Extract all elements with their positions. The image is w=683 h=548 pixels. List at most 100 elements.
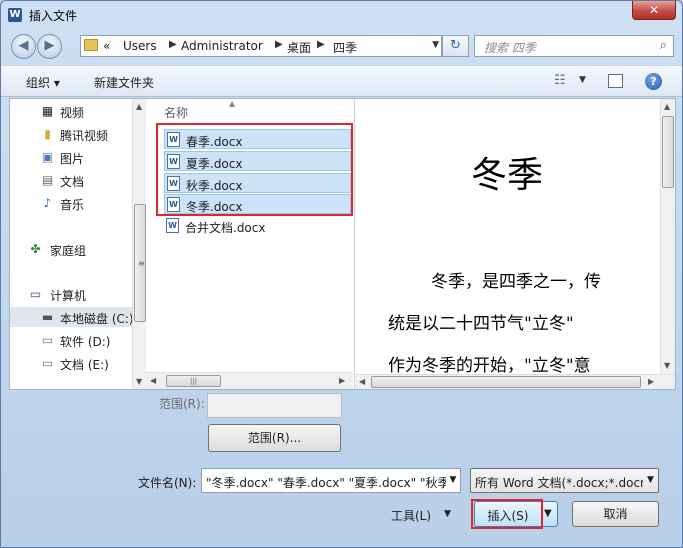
chevron-down-icon[interactable]: ▼ <box>643 469 658 492</box>
nav-item-label: 音乐 <box>60 198 85 212</box>
nav-item-label: 计算机 <box>50 289 87 303</box>
file-type-select[interactable]: 所有 Word 文档(*.docx;*.docm;*.dotx;*.dotm;*… <box>470 468 659 493</box>
file-row-autumn[interactable]: W 秋季.docx <box>164 173 351 193</box>
tools-button[interactable]: 工具(L) ▼ <box>382 501 464 527</box>
word-document-icon: W <box>167 132 180 147</box>
computer-icon: ▭ <box>29 287 42 301</box>
file-row-summer[interactable]: W 夏季.docx <box>164 151 351 171</box>
breadcrumb-separator-icon[interactable]: ▶ <box>169 39 177 50</box>
file-name: 合并文档.docx <box>185 221 266 235</box>
word-document-icon: W <box>167 197 180 212</box>
preview-scroll-thumb[interactable] <box>662 116 674 188</box>
address-dropdown-icon[interactable]: ▼ <box>432 40 439 50</box>
file-row-winter[interactable]: W 冬季.docx <box>164 194 351 214</box>
range-input <box>207 393 342 418</box>
breadcrumb-seasons[interactable]: 四季 <box>333 39 357 56</box>
file-name: 春季.docx <box>186 135 243 149</box>
scroll-left-icon[interactable]: ◀ <box>359 377 365 386</box>
view-options-icon[interactable]: ☷ <box>554 73 570 89</box>
scroll-right-icon[interactable]: ▶ <box>648 377 654 386</box>
file-name: 秋季.docx <box>186 179 243 193</box>
search-input[interactable]: 搜索 四季 ⌕ <box>474 35 674 57</box>
file-horizontal-scrollbar[interactable]: ◀ ||| ▶ <box>146 372 353 389</box>
nav-item-tencent-video[interactable]: ▮ 腾讯视频 <box>10 124 132 144</box>
insert-label: 插入(S) <box>487 509 529 523</box>
nav-item-label: 本地磁盘 (C:) <box>60 312 134 326</box>
refresh-button[interactable]: ↻ <box>442 35 469 57</box>
breadcrumb-users[interactable]: Users <box>123 39 157 53</box>
word-icon: W <box>8 8 22 22</box>
scroll-down-icon[interactable]: ▼ <box>664 361 670 370</box>
folder-icon <box>84 39 98 51</box>
preview-hscroll-thumb[interactable] <box>371 376 641 388</box>
organize-button[interactable]: 组织 ▾ <box>26 74 60 91</box>
nav-item-label: 文档 <box>60 175 85 189</box>
preview-text-line: 作为冬季的开始，"立冬"意 <box>388 356 591 376</box>
breadcrumb-administrator[interactable]: Administrator <box>181 39 263 53</box>
nav-item-label: 家庭组 <box>50 244 87 258</box>
tools-label: 工具(L) <box>391 509 432 523</box>
forward-button[interactable]: ▶ <box>37 34 62 59</box>
drive-icon: ▭ <box>41 356 54 370</box>
preview-pane-icon[interactable] <box>608 74 623 88</box>
preview-text-line: 统是以二十四节气"立冬" <box>388 314 574 334</box>
word-document-icon: W <box>167 154 180 169</box>
file-row-spring[interactable]: W 春季.docx <box>164 129 351 149</box>
breadcrumb-separator-icon[interactable]: ▶ <box>275 39 283 50</box>
scroll-right-icon[interactable]: ▶ <box>339 376 345 385</box>
nav-item-label: 图片 <box>60 152 85 166</box>
scroll-up-icon[interactable]: ▲ <box>664 102 670 111</box>
preview-horizontal-scrollbar[interactable]: ◀ ▶ <box>355 374 675 389</box>
file-name: 夏季.docx <box>186 157 243 171</box>
picture-icon: ▣ <box>41 150 54 164</box>
nav-item-music[interactable]: ♪ 音乐 <box>10 193 132 213</box>
dialog-title: 插入文件 <box>29 9 78 23</box>
file-scroll-thumb[interactable]: ||| <box>166 375 221 387</box>
close-button[interactable]: ✕ <box>632 1 676 20</box>
nav-item-documents[interactable]: ▤ 文档 <box>10 170 132 190</box>
scroll-left-icon[interactable]: ◀ <box>150 376 156 385</box>
preview-vertical-scrollbar[interactable]: ▲ ▼ <box>660 99 675 374</box>
nav-item-label: 视频 <box>60 106 85 120</box>
column-header-name[interactable]: 名称 <box>164 104 188 121</box>
file-row-merged[interactable]: W 合并文档.docx <box>164 216 351 236</box>
chevron-down-icon[interactable]: ▼ <box>446 469 460 492</box>
insert-button[interactable]: 插入(S) ▼ <box>474 501 558 527</box>
nav-item-videos[interactable]: ▦ 视频 <box>10 101 132 121</box>
new-folder-button[interactable]: 新建文件夹 <box>94 74 154 91</box>
scroll-down-icon[interactable]: ▼ <box>136 377 142 386</box>
nav-item-local-disk-c[interactable]: ▬ 本地磁盘 (C:) <box>10 307 134 327</box>
nav-item-drive-d[interactable]: ▭ 软件 (D:) <box>10 330 132 350</box>
folder-icon: ▮ <box>44 127 51 141</box>
music-icon: ♪ <box>43 196 52 210</box>
breadcrumb-overflow[interactable]: « <box>103 39 110 53</box>
cancel-button[interactable]: 取消 <box>572 501 659 527</box>
filename-input[interactable]: "冬季.docx" "春季.docx" "夏季.docx" "秋季.docx" … <box>201 468 461 493</box>
nav-item-homegroup[interactable]: ✤ 家庭组 <box>10 239 132 259</box>
insert-dropdown-icon[interactable]: ▼ <box>544 508 552 519</box>
insert-file-dialog: W 插入文件 ✕ ◀ ▶ « Users ▶ Administrator ▶ 桌… <box>0 0 683 548</box>
nav-scroll-thumb[interactable]: ≡ <box>134 204 146 322</box>
document-icon: ▤ <box>41 173 54 187</box>
nav-item-pictures[interactable]: ▣ 图片 <box>10 147 132 167</box>
help-icon[interactable]: ? <box>645 73 662 90</box>
file-list-pane: ▲ 名称 W 春季.docx W 夏季.docx W 秋季.docx W 冬季.… <box>150 99 353 389</box>
breadcrumb-separator-icon[interactable]: ▶ <box>317 39 325 50</box>
view-dropdown-icon[interactable]: ▼ <box>579 75 586 85</box>
chevron-down-icon[interactable]: ▼ <box>444 509 451 519</box>
back-button[interactable]: ◀ <box>11 34 36 59</box>
scroll-up-icon[interactable]: ▲ <box>136 102 142 111</box>
video-icon: ▦ <box>41 104 54 118</box>
breadcrumb-desktop[interactable]: 桌面 <box>287 39 311 56</box>
preview-pane: 冬季 冬季，是四季之一，传 统是以二十四节气"立冬" 作为冬季的开始，"立冬"意… <box>354 99 675 389</box>
nav-item-label: 软件 (D:) <box>60 335 111 349</box>
nav-item-label: 文档 (E:) <box>60 358 109 372</box>
nav-item-computer[interactable]: ▭ 计算机 <box>10 284 132 304</box>
search-icon[interactable]: ⌕ <box>660 38 667 53</box>
nav-item-drive-e[interactable]: ▭ 文档 (E:) <box>10 353 132 373</box>
address-bar[interactable]: « Users ▶ Administrator ▶ 桌面 ▶ 四季 ▼ <box>80 35 442 57</box>
split-divider <box>541 502 542 526</box>
range-button[interactable]: 范围(R)... <box>208 424 341 452</box>
filename-label: 文件名(N): <box>138 476 197 490</box>
nav-vertical-scrollbar[interactable]: ▲ ≡ ▼ <box>132 99 146 389</box>
